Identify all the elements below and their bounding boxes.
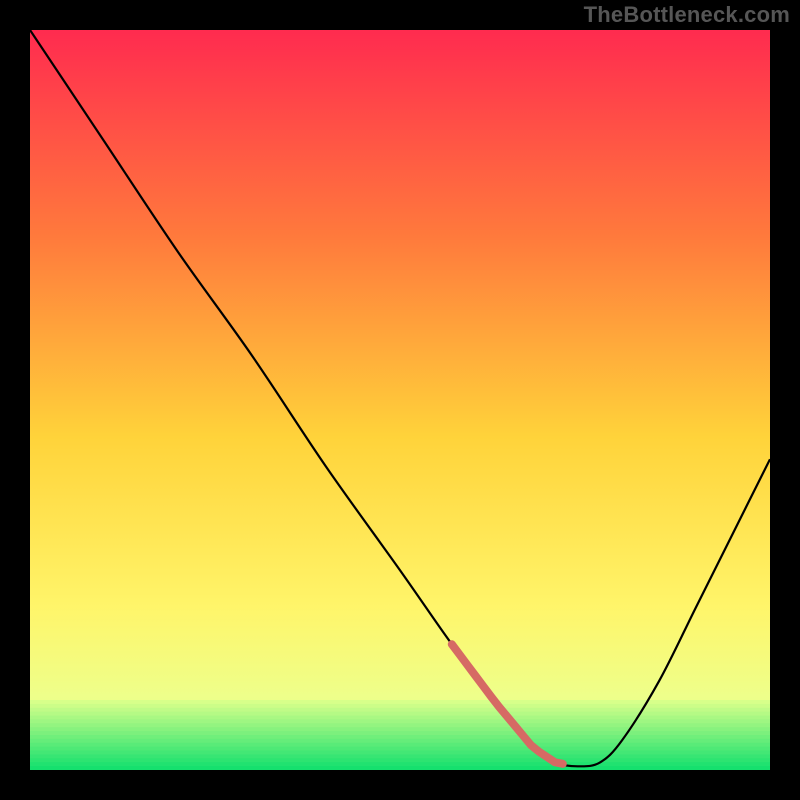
green-band [30,731,770,735]
plot-background [30,30,770,770]
green-band [30,700,770,704]
green-band [30,712,770,716]
green-band [30,743,770,747]
bottleneck-chart [30,30,770,770]
green-band [30,747,770,751]
green-band [30,766,770,770]
green-band [30,716,770,720]
green-band [30,727,770,731]
watermark-text: TheBottleneck.com [584,2,790,28]
green-band [30,739,770,743]
green-band [30,762,770,766]
green-band [30,719,770,723]
chart-frame: TheBottleneck.com [0,0,800,800]
green-band [30,708,770,712]
green-band [30,704,770,708]
green-band [30,754,770,758]
green-band [30,735,770,739]
green-band [30,751,770,755]
green-band [30,723,770,727]
green-band [30,758,770,762]
green-floor-bands [30,700,770,770]
